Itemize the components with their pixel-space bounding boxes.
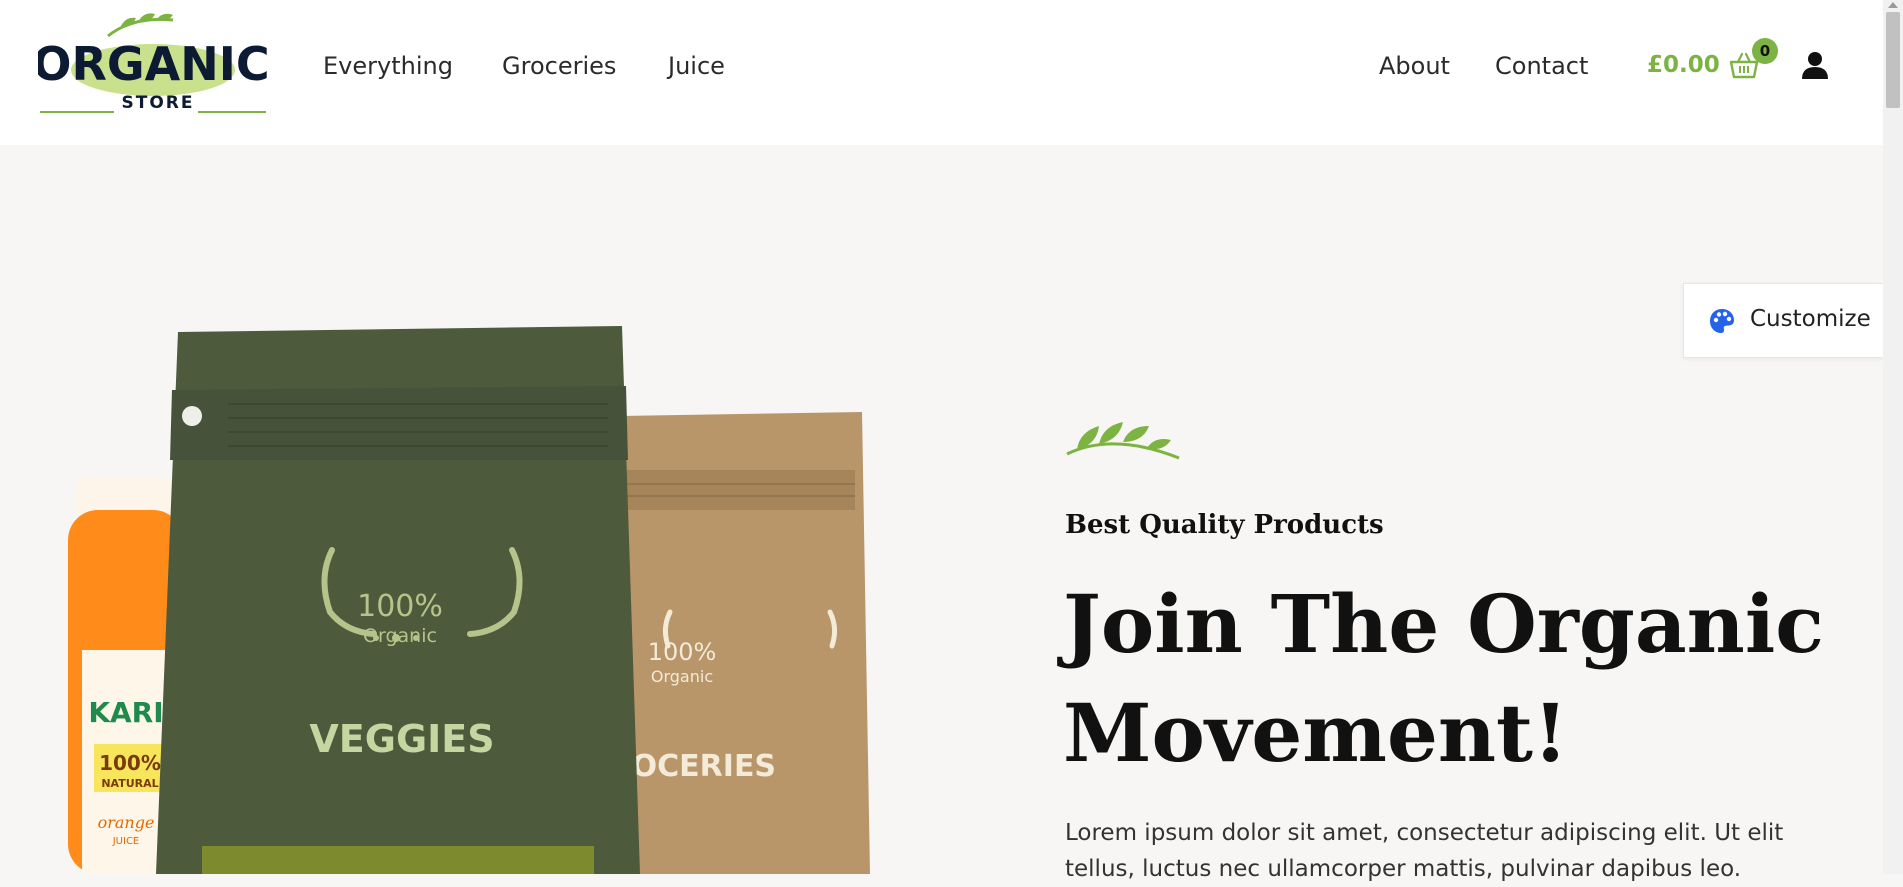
- nav-contact[interactable]: Contact: [1495, 52, 1588, 80]
- veggies-badge-text: 100%: [357, 589, 443, 624]
- scroll-up-arrow[interactable]: [1888, 2, 1898, 8]
- customize-button[interactable]: Customize: [1683, 283, 1884, 358]
- groceries-badge-sub: Organic: [651, 667, 713, 686]
- nav-everything[interactable]: Everything: [323, 52, 453, 80]
- jar-flavor-text: orange: [98, 813, 155, 832]
- leaf-sprig-icon: [1066, 422, 1180, 460]
- veggies-bag: 100% Organic VEGGIES: [156, 326, 640, 874]
- jar-brand-text: KARI: [88, 696, 163, 729]
- customize-label: Customize: [1750, 306, 1871, 332]
- hero-headline: Join The Organic Movement!: [1063, 577, 1824, 780]
- veggies-badge-sub: Organic: [363, 625, 437, 647]
- groceries-badge-text: 100%: [648, 638, 717, 666]
- user-icon[interactable]: [1800, 50, 1830, 80]
- organic-store-logo[interactable]: ORGANIC STORE: [38, 8, 268, 116]
- nav-groceries[interactable]: Groceries: [502, 52, 616, 80]
- palette-icon: [1710, 309, 1734, 333]
- logo-wordmark: ORGANIC: [38, 37, 268, 91]
- nav-juice[interactable]: Juice: [668, 52, 725, 80]
- hero-subtitle: Best Quality Products: [1065, 510, 1384, 540]
- hero-paragraph: Lorem ipsum dolor sit amet, consectetur …: [1065, 820, 1784, 882]
- scrollbar-thumb[interactable]: [1886, 12, 1900, 108]
- cart-count-badge: 0: [1752, 38, 1778, 64]
- nav-about[interactable]: About: [1379, 52, 1450, 80]
- hero-product-image: KARI 100% NATURAL orange JUICE 100% Orga…: [68, 326, 870, 874]
- jar-natural-text: NATURAL: [101, 777, 158, 790]
- cart-total[interactable]: £0.00: [1647, 52, 1720, 78]
- jar-type-text: JUICE: [112, 836, 140, 847]
- page-scrollbar[interactable]: [1883, 0, 1903, 874]
- site-header: ORGANIC STORE Everything Groceries Juice…: [0, 0, 1883, 145]
- jar-badge-text: 100%: [99, 751, 161, 775]
- veggies-bag-label: VEGGIES: [309, 717, 494, 761]
- logo-subtext: STORE: [122, 93, 195, 113]
